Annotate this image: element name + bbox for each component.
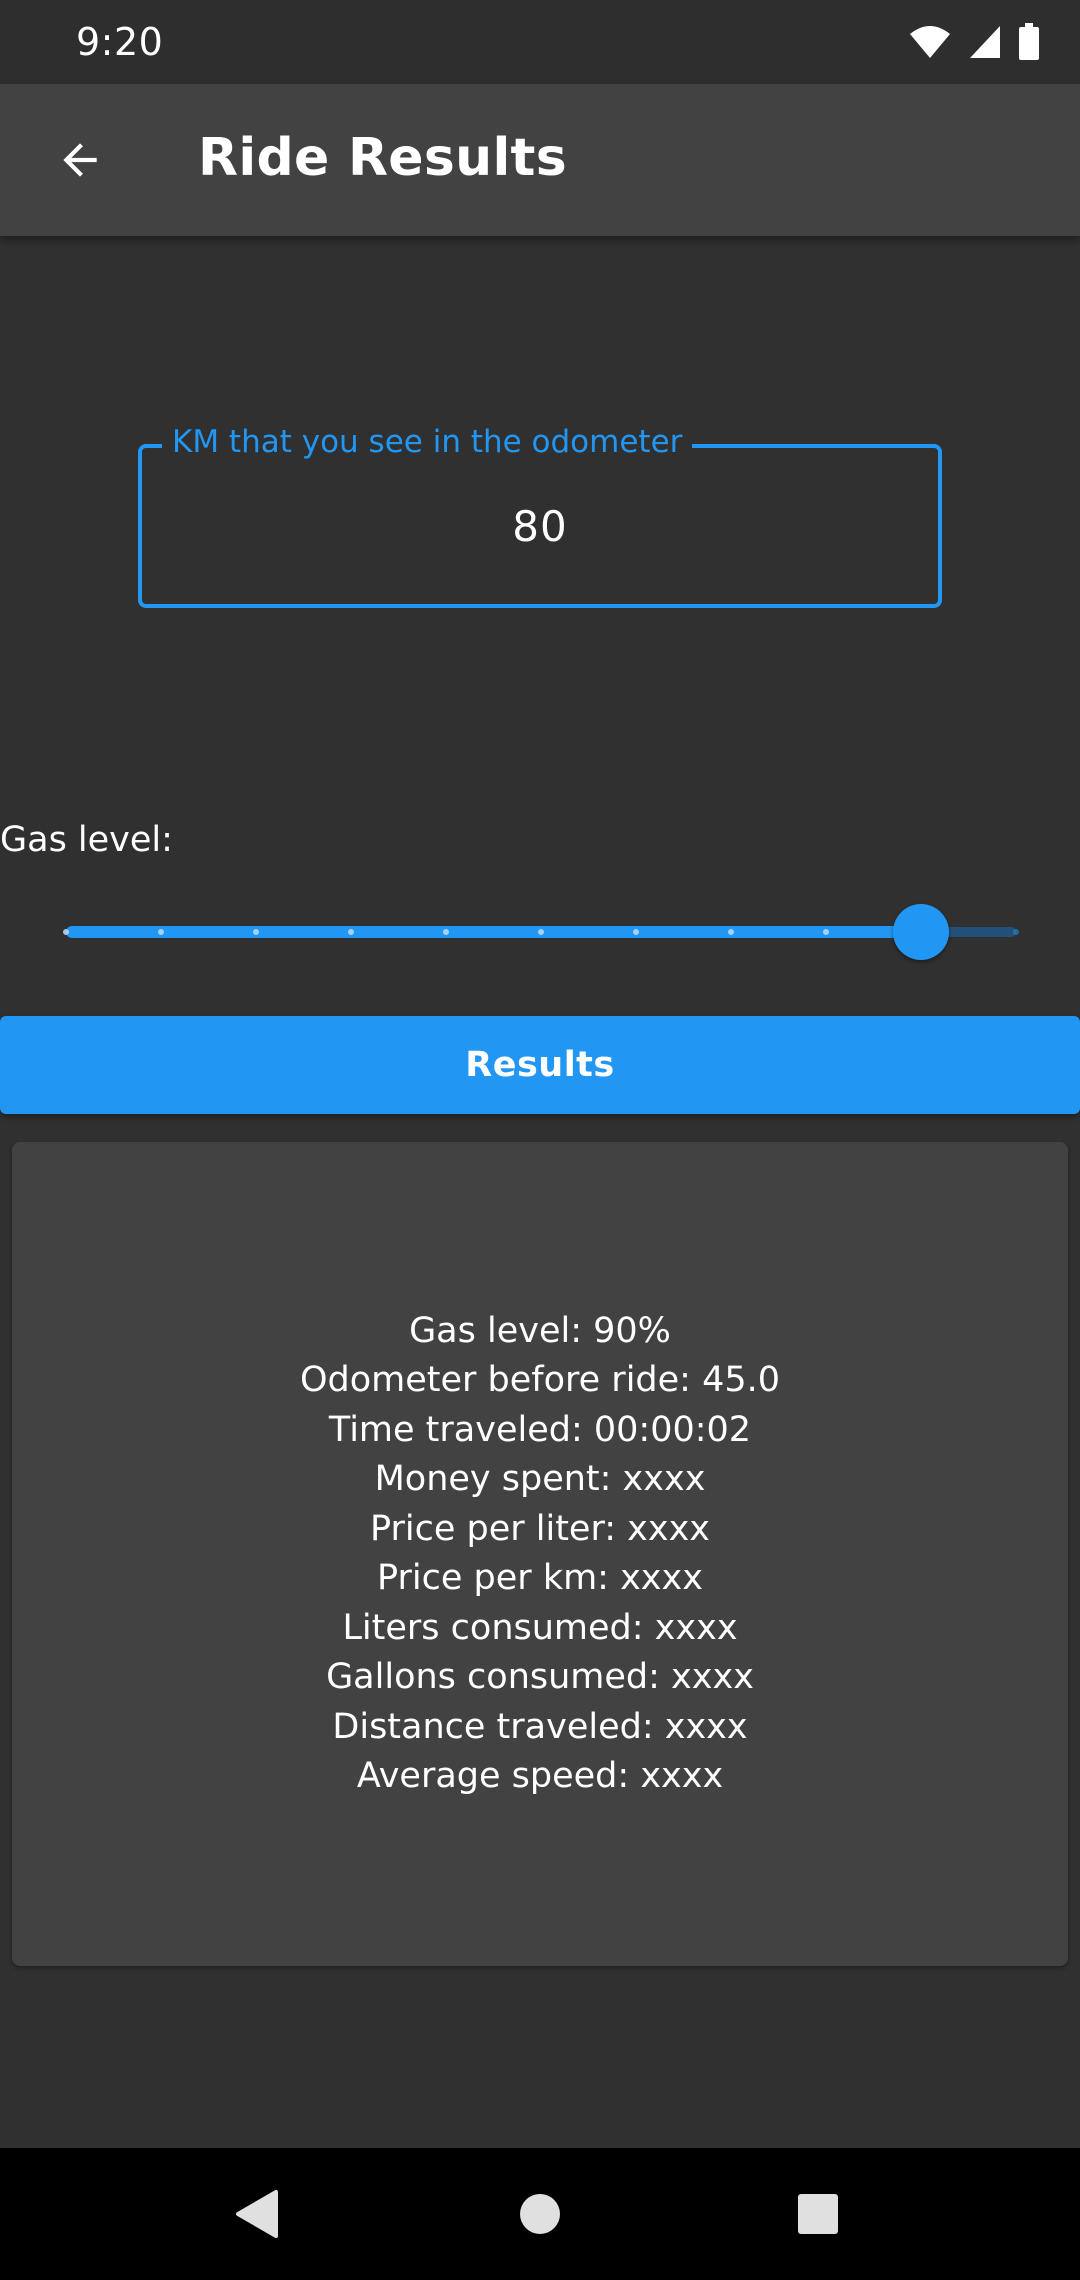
signal-icon [970, 26, 1000, 58]
nav-recents-icon [798, 2194, 838, 2234]
status-bar: 9:20 [0, 0, 1080, 84]
result-line: Money spent: xxxx [374, 1459, 706, 1499]
status-time: 9:20 [76, 20, 164, 64]
nav-back-icon [236, 2190, 278, 2238]
result-line: Price per km: xxxx [377, 1558, 703, 1598]
result-line: Liters consumed: xxxx [342, 1607, 738, 1648]
wifi-icon [910, 26, 950, 58]
result-line: Time traveled: 00:00:02 [328, 1409, 752, 1450]
nav-home-icon [520, 2194, 560, 2234]
result-line: Gallons consumed: xxxx [326, 1657, 754, 1697]
result-line: Average speed: xxxx [356, 1756, 724, 1796]
slider-tick [823, 929, 829, 935]
gas-level-slider[interactable] [63, 900, 1019, 964]
slider-tick [538, 929, 544, 935]
slider-tick [158, 929, 164, 935]
arrow-back-icon [63, 143, 97, 177]
back-button[interactable] [44, 124, 116, 196]
results-button[interactable]: Results [0, 1016, 1080, 1114]
status-icons [908, 22, 1040, 62]
page-title: Ride Results [198, 128, 567, 188]
slider-tick [348, 929, 354, 935]
battery-icon [1019, 23, 1039, 60]
app-bar: Ride Results [0, 84, 1080, 236]
gas-level-label: Gas level: [0, 820, 173, 860]
slider-tick [633, 929, 639, 935]
odometer-input[interactable]: 80 [138, 444, 942, 608]
navigation-bar [0, 2148, 1080, 2280]
result-line: Gas level: 90% [409, 1310, 671, 1351]
slider-thumb[interactable] [893, 904, 949, 960]
slider-tick [1013, 929, 1019, 935]
nav-back-button[interactable] [218, 2174, 298, 2254]
nav-home-button[interactable] [500, 2174, 580, 2254]
result-line: Distance traveled: xxxx [332, 1706, 748, 1747]
app-root: 9:20 Ride Results KM that you see in the… [0, 0, 1080, 2280]
nav-recents-button[interactable] [778, 2174, 858, 2254]
slider-tick [63, 929, 69, 935]
result-line: Odometer before ride: 45.0 [299, 1360, 781, 1400]
slider-tick [728, 929, 734, 935]
slider-track-active [66, 926, 921, 938]
result-line: Price per liter: xxxx [369, 1508, 711, 1549]
results-card: Gas level: 90% Odometer before ride: 45.0… [12, 1142, 1068, 1966]
slider-tick [253, 929, 259, 935]
slider-tick [443, 929, 449, 935]
